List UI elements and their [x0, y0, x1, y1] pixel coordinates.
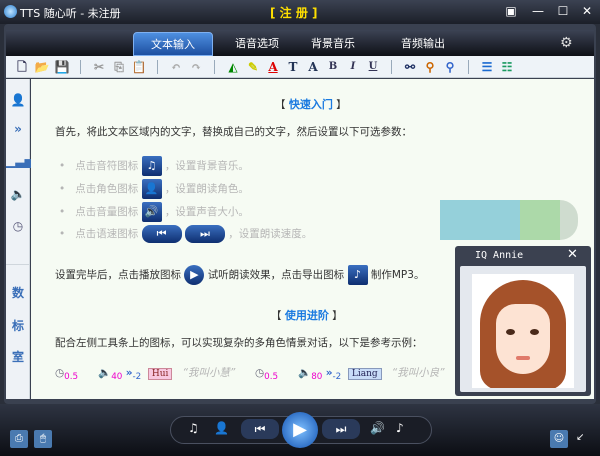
volume-icon: 🔈 — [98, 367, 112, 379]
play-icon: ▶ — [184, 265, 205, 285]
sidebar-label[interactable]: 标 — [6, 317, 30, 334]
player-bar: ♫ 👤 ⏮ ▶ ⏭ 🔊 ♪ ⎙ 🖱 ☺ ↙ — [0, 404, 600, 456]
redo-icon[interactable]: ↷ — [186, 57, 206, 77]
role-person-icon[interactable]: 👤 — [6, 93, 30, 107]
tab-text-input[interactable]: 文本输入 — [133, 32, 213, 56]
pause-clock-icon: ◷ — [255, 367, 265, 379]
advanced-heading: 【 使用进阶 】 — [271, 309, 343, 322]
volume-button[interactable]: 🔊 — [370, 421, 385, 435]
tab-audio-output[interactable]: 音频输出 — [383, 32, 463, 56]
tab-voice-options[interactable]: 语音选项 — [217, 32, 297, 56]
font-color-icon[interactable]: A — [263, 57, 283, 77]
tab-background-music[interactable]: 背景音乐 — [293, 32, 373, 56]
after-text: 设置完毕后，点击播放图标 ▶ 试听朗读效果，点击导出图标 ♪ 制作MP3。 — [55, 265, 424, 285]
export-icon: ♪ — [347, 265, 368, 285]
export-mp3-button[interactable]: ♪ — [396, 421, 404, 435]
quick-start-heading: 【 快速入门 】 — [275, 98, 347, 111]
list-item: • 点击音量图标 🔊 ，设置声音大小。 — [59, 202, 249, 222]
detail-view-icon[interactable]: ☷ — [497, 57, 517, 77]
volume-icon: 🔈 — [298, 367, 312, 379]
settings-gear-icon[interactable]: ⚙ — [560, 35, 573, 51]
rewind-icon: ⏮ — [141, 225, 182, 243]
toolbar: 🗋 📂 💾 ✂ ⎘ 📋 ↶ ↷ ◭ ✎ A T A B I U ⚯ ⚲ ⚲ ☰ … — [6, 56, 594, 78]
pause-clock-icon: ◷ — [55, 367, 65, 379]
color-block — [440, 200, 520, 240]
person-icon: 👤 — [141, 179, 162, 199]
role-button[interactable]: 👤 — [214, 421, 229, 435]
copy-icon[interactable]: ⎘ — [109, 57, 129, 77]
register-link[interactable]: [ 注 册 ] — [270, 4, 318, 21]
new-file-icon[interactable]: 🗋 — [12, 57, 32, 77]
printer-icon[interactable]: ⎙ — [10, 430, 28, 448]
find-binoculars-icon[interactable]: ⚯ — [400, 57, 420, 77]
bold-icon[interactable]: B — [323, 57, 343, 77]
play-button[interactable]: ▶ — [282, 412, 318, 448]
character-panel: IQ Annie ✕ — [455, 246, 591, 396]
list-item: • 点击语速图标 ⏮ ⏭ ，设置朗读速度。 — [59, 225, 312, 243]
pause-clock-icon[interactable]: ◷ — [6, 219, 30, 233]
character-close-button[interactable]: ✕ — [567, 247, 578, 262]
left-sidebar: 👤 » ▁▃▅ 🔈 ◷ 数 标 室 — [6, 79, 34, 399]
background-music-button[interactable]: ♫ — [188, 421, 199, 435]
music-note-icon: ♫ — [141, 156, 162, 176]
list-item: • 点击角色图标 👤 ，设置朗读角色。 — [59, 179, 249, 199]
minimize-button[interactable]: — — [527, 2, 549, 20]
shrink-icon[interactable]: ↙ — [576, 432, 584, 443]
face-icon[interactable]: ☺ — [550, 430, 568, 448]
character-name: IQ Annie — [475, 250, 524, 261]
role-tag: Hui — [147, 368, 173, 380]
faster-button[interactable]: ⏭ — [322, 419, 360, 439]
save-icon[interactable]: 💾 — [52, 57, 72, 77]
italic-icon[interactable]: I — [343, 57, 363, 77]
example-1: ◷0.5 🔈40 »-2 Hui “我叫小慧” — [55, 367, 236, 383]
mouse-icon[interactable]: 🖱 — [34, 430, 52, 448]
maximize-button[interactable]: ☐ — [552, 2, 574, 20]
undo-icon[interactable]: ↶ — [166, 57, 186, 77]
fast-forward-icon: ⏭ — [184, 225, 225, 243]
example-2: ◷0.5 🔈80 »-2 Liang “我叫小良” — [255, 367, 445, 383]
highlight-icon[interactable]: ✎ — [243, 57, 263, 77]
font-size-icon[interactable]: A — [303, 57, 323, 77]
zoom-in-icon[interactable]: ⚲ — [420, 57, 440, 77]
open-folder-icon[interactable]: 📂 — [32, 57, 52, 77]
sidebar-label[interactable]: 室 — [6, 348, 30, 365]
list-item: • 点击音符图标 ♫ ，设置背景音乐。 — [59, 156, 249, 176]
paste-icon[interactable]: 📋 — [129, 57, 149, 77]
app-logo-icon — [4, 5, 17, 18]
menu-dropdown-icon[interactable]: ▣ — [500, 2, 522, 20]
cut-icon[interactable]: ✂ — [89, 57, 109, 77]
color-block — [520, 200, 560, 240]
advanced-text: 配合左侧工具条上的图标，可以实现复杂的多角色情景对话，以下是参考示例： — [55, 337, 423, 349]
speed-chevron-icon[interactable]: » — [6, 122, 30, 136]
volume-icon[interactable]: 🔈 — [6, 187, 30, 201]
pitch-bars-icon[interactable]: ▁▃▅ — [6, 154, 34, 168]
window-title: TTS 随心听 - 未注册 — [20, 7, 121, 20]
volume-icon: 🔊 — [141, 202, 162, 222]
intro-text: 首先，将此文本区域内的文字，替换成自己的文字，然后设置以下可选参数： — [55, 126, 412, 138]
sidebar-label[interactable]: 数 — [6, 284, 30, 301]
fill-color-icon[interactable]: ◭ — [223, 57, 243, 77]
underline-icon[interactable]: U — [363, 57, 383, 77]
role-tag: Liang — [347, 368, 382, 380]
font-icon[interactable]: T — [283, 57, 303, 77]
close-button[interactable]: ✕ — [576, 2, 598, 20]
slower-button[interactable]: ⏮ — [241, 419, 279, 439]
list-view-icon[interactable]: ☰ — [477, 57, 497, 77]
title-bar: TTS 随心听 - 未注册 [ 注 册 ] ▣ — ☐ ✕ — [0, 0, 600, 24]
character-avatar — [472, 274, 574, 388]
zoom-out-icon[interactable]: ⚲ — [440, 57, 460, 77]
